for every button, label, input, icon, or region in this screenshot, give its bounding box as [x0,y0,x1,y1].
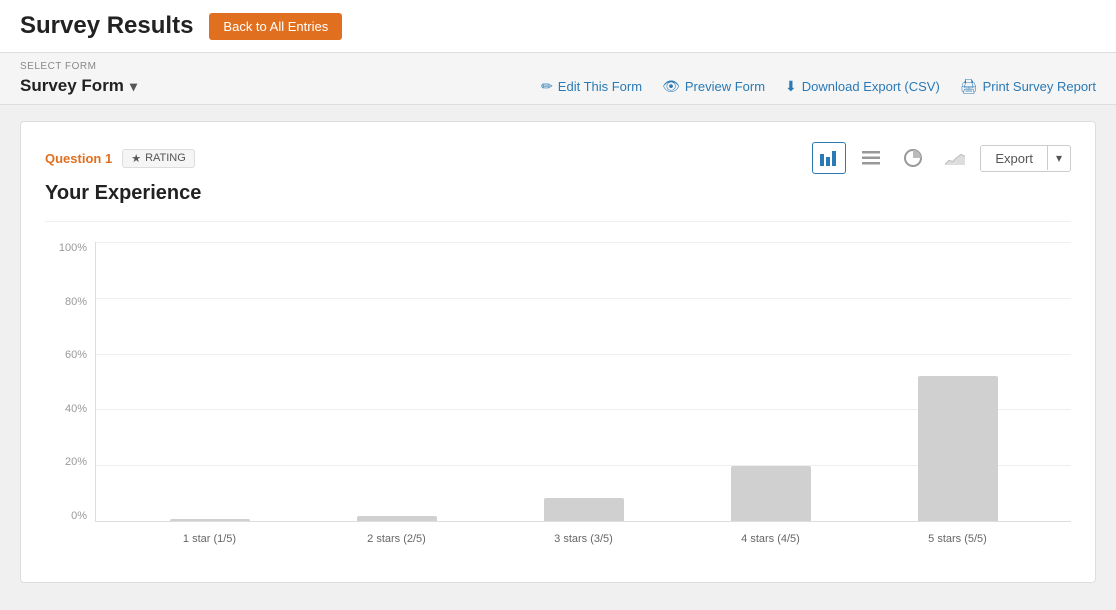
pie-chart-icon [904,149,922,167]
area-chart-icon [945,151,965,165]
pie-chart-button[interactable] [896,142,930,174]
bar-wrapper-1: 1 star (1/5) [170,519,250,521]
export-dropdown[interactable]: Export ▾ [980,145,1071,172]
edit-form-button[interactable]: ✏ Edit This Form [541,78,642,95]
chart-plot: 1 star (1/5) 2 stars (2/5) 3 stars (3/5) 4 … [95,242,1071,522]
preview-form-button[interactable]: 👁 Preview Form [662,78,765,95]
question-title: Your Experience [45,182,1071,205]
eye-icon: 👁 [662,78,680,95]
y-label-100: 100% [59,242,87,254]
main-content: Question 1 ★ RATING [0,105,1116,599]
print-survey-report-button[interactable]: 🖨 Print Survey Report [960,78,1096,95]
list-view-button[interactable] [854,142,888,174]
bar-group-5: 5 stars (5/5) [864,376,1051,521]
y-label-80: 80% [65,296,87,308]
download-icon: ⬇ [785,78,797,95]
question-card: Question 1 ★ RATING [20,121,1096,583]
bar-3 [544,498,624,521]
question-number: Question 1 [45,151,112,166]
chart-controls: Export ▾ [812,142,1071,174]
bar-4 [731,466,811,521]
bar-label-4: 4 stars (4/5) [726,533,816,545]
toolbar-actions: ✏ Edit This Form 👁 Preview Form ⬇ Downlo… [541,78,1096,95]
question-meta: Question 1 ★ RATING [45,149,195,168]
bar-1 [170,519,250,521]
star-icon: ★ [131,152,141,165]
bar-label-5: 5 stars (5/5) [913,533,1003,545]
bar-group-4: 4 stars (4/5) [677,466,864,521]
print-icon: 🖨 [960,78,978,95]
bar-group-2: 2 stars (2/5) [303,516,490,521]
bar-chart-button[interactable] [812,142,846,174]
bar-label-2: 2 stars (2/5) [352,533,442,545]
toolbar-row: Survey Form ▾ ✏ Edit This Form 👁 Preview… [20,76,1096,104]
bar-group-1: 1 star (1/5) [116,519,303,521]
y-label-20: 20% [65,456,87,468]
bar-wrapper-3: 3 stars (3/5) [544,498,624,521]
bar-wrapper-2: 2 stars (2/5) [357,516,437,521]
bars-container: 1 star (1/5) 2 stars (2/5) 3 stars (3/5) 4 … [96,242,1071,521]
bar-group-3: 3 stars (3/5) [490,498,677,521]
form-selector[interactable]: Survey Form ▾ [20,76,137,96]
form-name-label: Survey Form [20,76,124,96]
bar-label-3: 3 stars (3/5) [539,533,629,545]
download-export-button[interactable]: ⬇ Download Export (CSV) [785,78,940,95]
question-header: Question 1 ★ RATING [45,142,1071,174]
export-chevron-icon: ▾ [1047,146,1070,170]
list-icon [862,151,880,165]
chart-area: 100% 80% 60% 40% 20% 0% 1 star (1/5)2 [45,242,1071,562]
divider [45,221,1071,222]
y-label-0: 0% [71,510,87,522]
question-type-label: RATING [145,152,186,164]
bar-label-1: 1 star (1/5) [165,533,255,545]
area-chart-button[interactable] [938,142,972,174]
edit-icon: ✏ [541,78,553,95]
chevron-down-icon: ▾ [130,78,137,95]
bar-5 [918,376,998,521]
y-label-40: 40% [65,403,87,415]
bar-2 [357,516,437,521]
bar-wrapper-4: 4 stars (4/5) [731,466,811,521]
question-type-badge: ★ RATING [122,149,195,168]
page-title: Survey Results [20,12,193,40]
select-form-label: SELECT FORM [20,61,1096,72]
bar-wrapper-5: 5 stars (5/5) [918,376,998,521]
toolbar: SELECT FORM Survey Form ▾ ✏ Edit This Fo… [0,53,1116,105]
page-header: Survey Results Back to All Entries [0,0,1116,53]
export-label: Export [981,146,1047,171]
back-to-all-entries-button[interactable]: Back to All Entries [209,13,342,40]
y-axis: 100% 80% 60% 40% 20% 0% [45,242,95,522]
y-label-60: 60% [65,349,87,361]
bar-chart-icon [819,150,839,166]
